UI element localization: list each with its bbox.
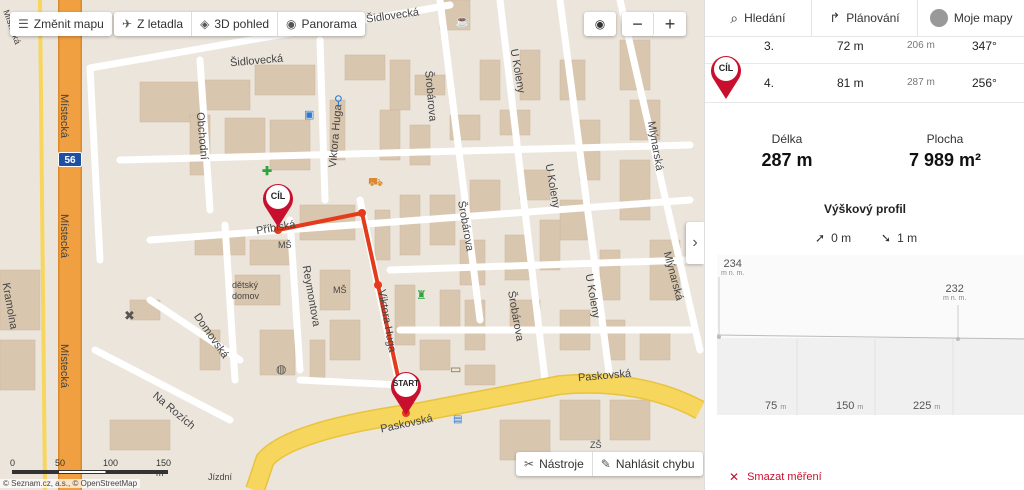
end-pin[interactable]: CÍL [261,180,295,228]
search-icon: ⌕ [730,9,739,26]
locate-icon: ◉ [594,17,606,31]
x-tick: 75 m [765,400,787,412]
search-tab[interactable]: ⌕ Hledání [705,0,812,36]
cube-icon: ◈ [200,17,210,31]
zoom-in-button[interactable]: + [654,12,686,36]
descent: ➘ 1 m [881,231,918,245]
length-stat: Délka 287 m [761,132,813,170]
chevron-right-icon: › [692,234,698,251]
my-maps-tab[interactable]: Moje mapy [918,0,1024,36]
zoom-controls: ◉ − + [584,12,686,36]
report-error-button[interactable]: ✎ Nahlásit chybu [593,452,703,476]
3d-view-button[interactable]: ◈ 3D pohled [192,12,279,36]
close-icon: ✕ [729,470,740,484]
pharmacy-icon[interactable]: ✚ [262,164,272,178]
copyright[interactable]: © Seznam.cz, a.s., © OpenStreetMap [0,479,141,488]
map-toolbar-left: ☰ Změnit mapu [10,12,112,36]
map-base [0,0,704,490]
elevation-profile-chart[interactable] [717,255,1024,415]
layers-icon: ☰ [18,17,29,31]
end-pin-label: CÍL [270,191,286,201]
bicycle-icon[interactable]: ⚲ [334,93,343,107]
place-label: MŠ [278,240,292,250]
pencil-icon: ✎ [600,457,611,471]
ascent-arrow-icon: ➚ [815,231,826,245]
street-label: Místecká [58,213,71,259]
descent-arrow-icon: ➘ [881,231,892,245]
profile-title: Výškový profil [823,202,907,216]
playground-icon[interactable]: ♜ [416,288,427,302]
end-pin-marker: CÍL [709,52,743,100]
side-panel: ⌕ Hledání ↱ Plánování Moje mapy 3. 72 m 20… [704,0,1024,490]
ascent: ➚ 0 m [815,231,852,245]
start-pin-label: START [392,379,420,388]
tools-button[interactable]: ✂ Nástroje [516,452,593,476]
zoom-out-button[interactable]: − [622,12,654,36]
route-arrow-icon: ↱ [829,10,841,25]
x-tick: 150 m [836,400,864,412]
x-tick: 225 m [913,400,941,412]
bus-stop-icon[interactable]: ▤ [453,414,462,425]
road-number-badge: 56 [58,152,82,167]
plane-icon: ✈ [122,17,133,31]
avatar [929,9,948,27]
area-stat: Plocha 7 989 m² [908,132,982,170]
street-label: Jízdní [208,472,233,482]
wrench-icon: ✂ [524,457,535,471]
elevation-end-label: 232 m n. m. [943,283,967,303]
start-pin[interactable]: START [389,368,423,416]
map-bottom-tools: ✂ Nástroje ✎ Nahlásit chybu [516,452,703,476]
elevation-start-label: 234 m n. m. [721,258,745,278]
eye-icon: ◉ [286,17,297,31]
shop-icon[interactable]: ⛟ [368,175,383,191]
map-toolbar-views: ✈ Z letadla ◈ 3D pohled ◉ Panorama [114,12,365,36]
planning-tab[interactable]: ↱ Plánování [812,0,919,36]
change-map-button[interactable]: ☰ Změnit mapu [10,12,112,36]
street-label: Místecká [58,93,71,139]
place-label: ZŠ [590,440,602,450]
cafe-icon[interactable]: ☕ [455,14,470,28]
place-label: dětský domov [232,280,260,301]
map-view[interactable]: Šidlovecká Šidlovecká Obchodní Viktora H… [0,0,704,490]
panel-nav: ⌕ Hledání ↱ Plánování Moje mapy [705,0,1024,37]
library-icon[interactable]: ▭ [450,362,461,376]
aerial-button[interactable]: ✈ Z letadla [114,12,193,36]
place-label: MŠ [333,285,347,295]
car-icon[interactable]: ▣ [304,108,314,121]
delete-measurement-button[interactable]: ✕ Smazat měření [729,470,822,484]
tools-place-icon[interactable]: ✖ [124,308,135,324]
globe-icon[interactable]: ◍ [276,362,286,376]
collapse-panel-button[interactable]: › [686,222,704,264]
locate-button[interactable]: ◉ [584,12,616,36]
street-label: Místecká [58,343,71,389]
panorama-button[interactable]: ◉ Panorama [278,12,365,36]
scale-bar: 0 50 100 150 m [10,458,172,478]
